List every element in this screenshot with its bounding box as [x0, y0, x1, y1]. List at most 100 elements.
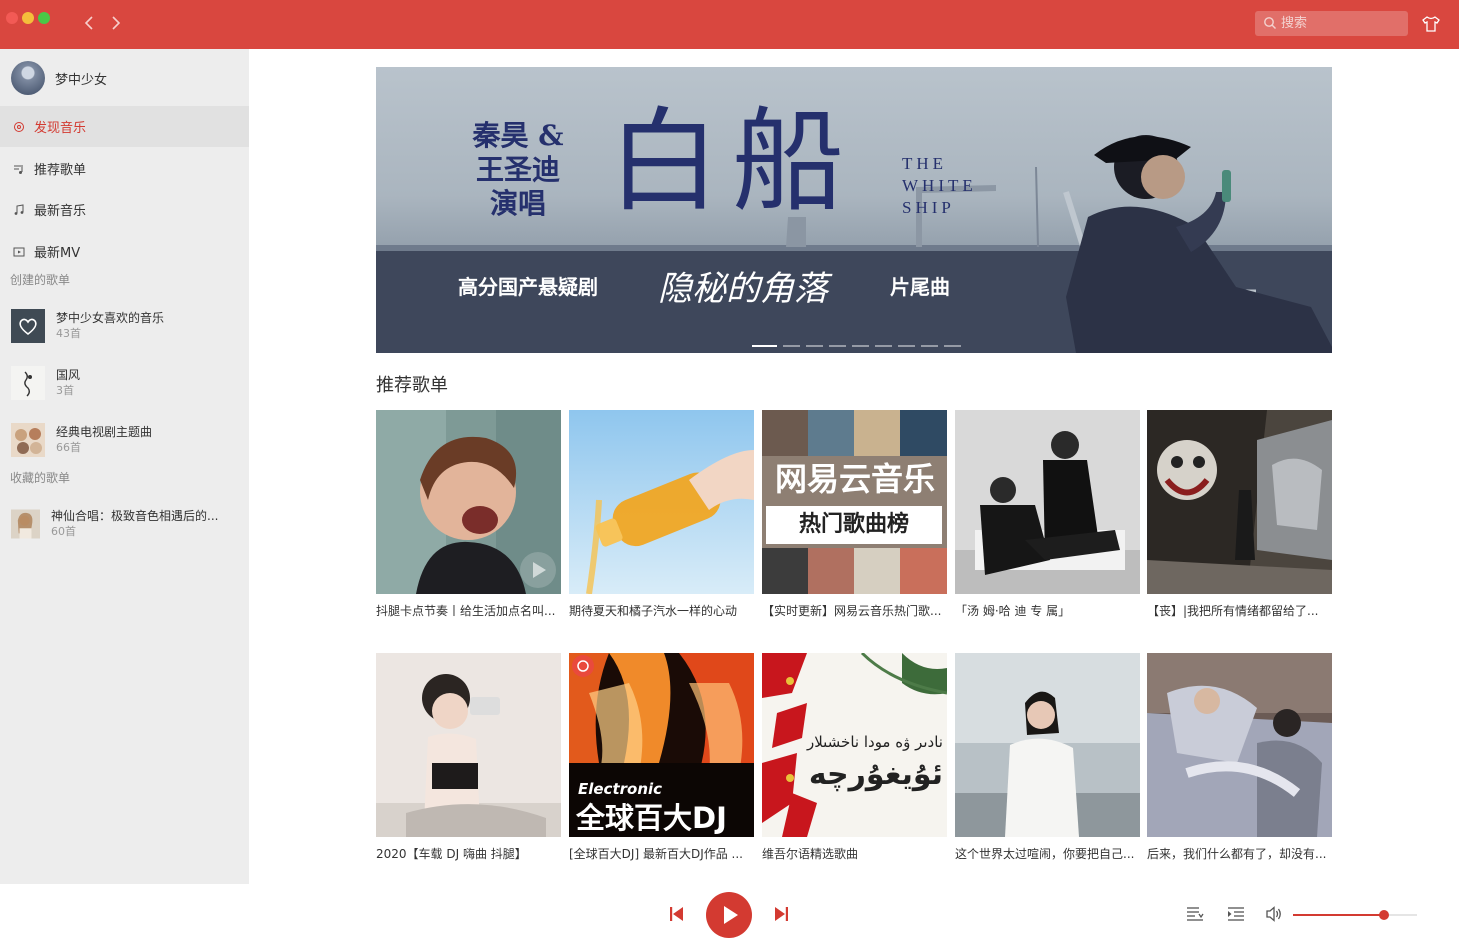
menu-label: 最新MV	[34, 246, 81, 261]
carousel-dot[interactable]	[944, 345, 961, 347]
banner-carousel[interactable]: 秦昊 & 王圣迪 演唱 白船 THE WHITE SHIP 高分国产悬疑剧 隐秘…	[376, 67, 1332, 353]
close-window-button[interactable]	[6, 12, 18, 24]
bw-men-cover	[955, 410, 1140, 594]
playlist-caption[interactable]: 「汤 姆·哈 迪 专 属」	[955, 602, 1140, 619]
playlist-name: 神仙合唱：极致音色相遇后的...	[51, 509, 219, 523]
girl-selfie-cover	[376, 653, 561, 837]
guofeng-cover	[11, 366, 45, 400]
user-profile[interactable]: 梦中少女	[11, 61, 107, 95]
player-bar	[0, 884, 1459, 940]
album-collage	[762, 410, 947, 594]
play-mode-list-icon[interactable]	[1186, 906, 1204, 922]
carousel-dot[interactable]	[852, 345, 869, 347]
playlist-card[interactable]: 【丧】|我把所有情绪都留给了...	[1147, 410, 1332, 619]
skin-shirt-icon[interactable]	[1421, 14, 1441, 34]
playlist-cover[interactable]: نادىر ۋە مودا ناخشىلار ئۇيغۇرچە	[762, 653, 947, 837]
forward-arrow-icon[interactable]	[106, 13, 126, 33]
carousel-dot[interactable]	[875, 345, 892, 347]
search-box[interactable]	[1255, 11, 1408, 36]
mv-icon	[13, 247, 25, 256]
joker-wall-cover	[1147, 410, 1332, 594]
playlist-caption[interactable]: 2020【车载 DJ 嗨曲 抖腿】	[376, 845, 561, 862]
recommend-heading[interactable]: 推荐歌单	[376, 371, 448, 397]
playlist-name: 经典电视剧主题曲	[56, 425, 153, 439]
menu-new-mv[interactable]: 最新MV	[0, 231, 249, 272]
volume-icon[interactable]	[1265, 905, 1283, 923]
playlist-caption[interactable]: 后来，我们什么都有了，却没有...	[1147, 845, 1332, 862]
couple-bed-cover	[1147, 653, 1332, 837]
playlist-card[interactable]: 这个世界太过喧闹，你要把自己...	[955, 653, 1140, 862]
next-track-icon[interactable]	[773, 906, 789, 922]
playlist-count: 66首	[56, 441, 81, 454]
carousel-dot[interactable]	[806, 345, 823, 347]
orange-soda-cover	[569, 410, 754, 594]
uyghur-cover-line2: ئۇيغۇرچە	[808, 757, 943, 792]
volume-slider[interactable]	[1293, 910, 1417, 920]
playlist-name: 国风	[56, 368, 81, 382]
playlist-cover[interactable]	[955, 653, 1140, 837]
playlist-card[interactable]: 网易云音乐 热门歌曲榜 【实时更新】网易云音乐热门歌...	[762, 410, 947, 619]
playlist-caption[interactable]: 【丧】|我把所有情绪都留给了...	[1147, 602, 1332, 619]
hot-chart-title: 网易云音乐	[774, 460, 935, 498]
playlist-queue-icon[interactable]	[1227, 906, 1245, 922]
search-icon	[1264, 17, 1276, 29]
minimize-window-button[interactable]	[22, 12, 34, 24]
playlist-cover[interactable]	[376, 653, 561, 837]
created-playlist-item[interactable]: 经典电视剧主题曲 66首	[11, 422, 241, 458]
liked-heart-cover-icon	[11, 309, 45, 343]
banner-tagline-script: 隐秘的角落	[658, 269, 828, 309]
avatar[interactable]	[11, 61, 45, 95]
child-photo-cover	[376, 410, 561, 594]
previous-track-icon[interactable]	[669, 906, 685, 922]
playlist-cover[interactable]	[376, 410, 561, 594]
carousel-dot[interactable]	[752, 345, 777, 347]
menu-new-music[interactable]: 最新音乐	[0, 189, 249, 230]
menu-label: 最新音乐	[34, 204, 87, 219]
playlist-card[interactable]: نادىر ۋە مودا ناخشىلار ئۇيغۇرچە 维吾尔语精选歌曲	[762, 653, 947, 862]
playlist-card[interactable]: 期待夏天和橘子汽水一样的心动	[569, 410, 754, 619]
playlist-cover[interactable]	[569, 410, 754, 594]
play-button[interactable]	[706, 892, 752, 938]
discover-icon	[14, 121, 24, 132]
playlist-cover[interactable]	[1147, 653, 1332, 837]
playlist-card[interactable]: 2020【车载 DJ 嗨曲 抖腿】	[376, 653, 561, 862]
menu-discover-music[interactable]: 发现音乐	[0, 106, 249, 147]
banner-title-en: THE WHITE SHIP	[902, 154, 977, 217]
chorus-cover	[11, 509, 40, 539]
user-name[interactable]: 梦中少女	[55, 69, 107, 88]
dj-cover-title: 全球百大DJ	[576, 801, 727, 835]
back-arrow-icon[interactable]	[80, 13, 100, 33]
playlist-card[interactable]: 「汤 姆·哈 迪 专 属」	[955, 410, 1140, 619]
playlist-cover[interactable]	[955, 410, 1140, 594]
menu-recommended-playlists[interactable]: 推荐歌单	[0, 148, 249, 189]
play-icon	[724, 906, 738, 924]
created-playlist-item[interactable]: 梦中少女喜欢的音乐 43首	[11, 308, 241, 344]
playlist-name: 梦中少女喜欢的音乐	[56, 311, 165, 325]
playlist-caption[interactable]: 维吾尔语精选歌曲	[762, 845, 947, 862]
volume-level	[1293, 914, 1384, 916]
uyghur-cover-line1: نادىر ۋە مودا ناخشىلار	[806, 733, 943, 751]
carousel-indicators	[752, 345, 961, 347]
playlist-caption[interactable]: [全球百大DJ] 最新百大DJ作品 ...	[569, 845, 754, 862]
volume-knob[interactable]	[1379, 910, 1389, 920]
search-input[interactable]	[1281, 14, 1401, 33]
carousel-dot[interactable]	[921, 345, 938, 347]
playlist-caption[interactable]: 期待夏天和橘子汽水一样的心动	[569, 602, 754, 619]
playlist-caption[interactable]: 【实时更新】网易云音乐热门歌...	[762, 602, 947, 619]
collected-playlist-item[interactable]: 神仙合唱：极致音色相遇后的... 60首	[11, 506, 241, 542]
playlist-cover[interactable]	[1147, 410, 1332, 594]
carousel-dot[interactable]	[898, 345, 915, 347]
menu-label: 推荐歌单	[34, 163, 87, 178]
carousel-dot[interactable]	[783, 345, 800, 347]
playlist-card[interactable]: 抖腿卡点节奏丨给生活加点名叫...	[376, 410, 561, 619]
playlist-caption[interactable]: 抖腿卡点节奏丨给生活加点名叫...	[376, 602, 561, 619]
playlist-caption[interactable]: 这个世界太过喧闹，你要把自己...	[955, 845, 1140, 862]
created-playlist-item[interactable]: 国风 3首	[11, 365, 241, 401]
playlist-card[interactable]: Electronic 全球百大DJ [全球百大DJ] 最新百大DJ作品 ...	[569, 653, 754, 862]
playlist-card[interactable]: 后来，我们什么都有了，却没有...	[1147, 653, 1332, 862]
playlist-cover[interactable]: 网易云音乐 热门歌曲榜	[762, 410, 947, 594]
menu-label: 发现音乐	[34, 121, 87, 136]
maximize-window-button[interactable]	[38, 12, 50, 24]
carousel-dot[interactable]	[829, 345, 846, 347]
playlist-cover[interactable]: Electronic 全球百大DJ	[569, 653, 754, 837]
